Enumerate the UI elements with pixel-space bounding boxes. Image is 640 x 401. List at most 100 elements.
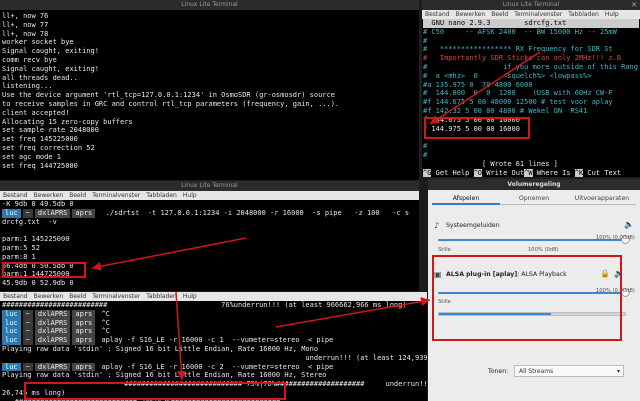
terminal-line: set sample rate 2048000 xyxy=(2,126,99,135)
terminal-line: Use the device argument 'rtl_tcp=127.0.0… xyxy=(2,91,335,100)
window-title: Linux Lite Terminal xyxy=(0,0,419,10)
prompt-dir: dxlAPRS xyxy=(34,336,71,345)
shortcut-key: ^W xyxy=(524,168,533,177)
silence-label: Stille xyxy=(438,247,451,253)
prompt-home: ~ xyxy=(22,362,33,372)
menu-item-4[interactable]: Tabbladen xyxy=(568,11,599,18)
terminal-window-rtl-tcp: Linux Lite Terminal ll+, now 76 ll+, now … xyxy=(0,0,419,180)
command-text: ^C xyxy=(97,309,110,318)
command-text: ^C xyxy=(97,327,110,336)
terminal-line: client accepted! xyxy=(2,108,70,117)
prompt-user: luc xyxy=(2,336,21,345)
terminal-line: parm:5 52 xyxy=(2,243,40,252)
tab-recording[interactable]: Opnemen xyxy=(500,193,568,205)
prompt-line: luc ~ dxlAPRS aprs ^C xyxy=(2,318,425,328)
terminal-line: drcfg.txt -v xyxy=(2,217,57,226)
show-streams-select[interactable]: All Streams ▾ xyxy=(514,365,624,377)
nano-header: GNU nano 2.9.3 sdrcfg.txt xyxy=(423,19,639,28)
prompt-subdir: aprs xyxy=(72,318,96,328)
menu-item-2[interactable]: Beeld xyxy=(69,293,86,300)
terminal-line: Playing raw data 'stdin' : Signed 16 bit… xyxy=(2,371,327,380)
terminal-line: all threads dead.. xyxy=(2,73,78,82)
prompt-subdir: aprs xyxy=(72,309,96,319)
menu-item-1[interactable]: Bewerken xyxy=(34,293,64,300)
nano-line: #f 144.675 5 00 48000 12500 # test voor … xyxy=(423,98,613,107)
terminal-line: parm:8 1 xyxy=(2,252,36,261)
highlight-volume-control xyxy=(432,255,622,341)
terminal-line: parm:1 145225000 xyxy=(2,235,70,244)
menu-item-0[interactable]: Bestand xyxy=(425,11,450,18)
terminal-line: worker socket bye xyxy=(2,38,74,47)
nano-line: # ***************** RX Frequency for SDR… xyxy=(423,45,613,54)
terminal-line: Playing raw data 'stdin' : Signed 16 bit… xyxy=(2,344,319,353)
window-title: Linux Lite Terminal xyxy=(0,181,419,191)
menu-item-1[interactable]: Bewerken xyxy=(456,11,486,18)
menu-item-5[interactable]: Hulp xyxy=(183,192,197,199)
menu-item-2[interactable]: Beeld xyxy=(491,11,508,18)
menu-item-2[interactable]: Beeld xyxy=(69,192,86,199)
nano-line: # C50 -- AFSK 2400 -- BW 15000 Hz -- 25m… xyxy=(423,27,617,36)
highlight-vumeter xyxy=(24,382,286,400)
menu-bar: Bestand Bewerken Beeld Terminalvenster Tabbl… xyxy=(422,10,640,19)
terminal-line: 45.9db 0 52.9db 0 xyxy=(2,279,74,288)
menu-item-1[interactable]: Bewerken xyxy=(34,192,64,199)
menu-item-4[interactable]: Tabbladen xyxy=(146,192,177,199)
nano-line: # xyxy=(423,142,428,151)
terminal-line: Signal caught, exiting! xyxy=(2,47,99,56)
prompt-line: luc ~ dxlAPRS aprs aplay -f S16_LE -r 16000… xyxy=(2,336,425,345)
prompt-dir: dxlAPRS xyxy=(34,318,71,328)
chevron-down-icon: ▾ xyxy=(616,368,620,375)
terminal-line: Signal caught, exiting! xyxy=(2,64,99,73)
prompt-user: luc xyxy=(2,208,21,218)
prompt-home: ~ xyxy=(22,336,33,345)
tab-bar: Afspelen Opnemen Uitvoerapparaten xyxy=(432,193,636,205)
highlight-frequency-lines xyxy=(424,117,530,139)
prompt-dir: dxlAPRS xyxy=(34,309,71,319)
tab-output-devices[interactable]: Uitvoerapparaten xyxy=(568,193,636,205)
prompt-home: ~ xyxy=(22,309,33,319)
menu-item-3[interactable]: Terminalvenster xyxy=(514,11,562,18)
window-title: Linux Lite Terminal xyxy=(422,0,640,10)
nano-shortcut-row: ^G Get Help ^O Write Out^W Where Is ^K C… xyxy=(423,168,639,177)
mute-button[interactable]: 🔈 xyxy=(624,220,634,229)
system-sounds-label: Systeemgeluiden xyxy=(446,222,500,229)
command-text: aplay -f S16_LE -r 16000 -c 2 --vumeter=… xyxy=(97,362,334,371)
nano-line: # 144.800 0 0 1200 (USB with 60Hz CW-F xyxy=(423,89,613,98)
prompt-user: luc xyxy=(2,309,21,319)
menu-item-3[interactable]: Terminalvenster xyxy=(92,293,140,300)
terminal-output[interactable]: ll+, now 76 ll+, now 77 ll+, now 78 worker … xyxy=(0,10,419,180)
nano-line: # if you more outside of this Rang xyxy=(423,62,638,71)
shortcut-key: ^K xyxy=(574,168,584,177)
terminal-line: set freq 144725000 xyxy=(2,161,78,170)
terminal-line: Allocating 15 zero-copy buffers xyxy=(2,117,133,126)
prompt-dir: dxlAPRS xyxy=(34,327,71,337)
nano-line: #f 142.32 5 00 00 4800 # Wekel ON RS41 xyxy=(423,106,588,115)
menu-item-5[interactable]: Hulp xyxy=(183,293,197,300)
nano-line: # a <mhz> 0 <squelch%> <lowpass%> xyxy=(423,71,592,80)
terminal-line: listening... xyxy=(2,82,53,91)
terminal-line: set agc mode 1 xyxy=(2,152,62,161)
command-text: ^C xyxy=(97,318,110,327)
terminal-line: -K 9db 0 49.5db 0 xyxy=(2,200,74,208)
window-title: Volumeregeling xyxy=(428,179,640,190)
menu-item-0[interactable]: Bestand xyxy=(3,192,28,199)
shortcut-key: ^O xyxy=(473,168,483,177)
terminal-line: ll+, now 77 xyxy=(2,20,49,29)
menu-item-0[interactable]: Bestand xyxy=(3,293,28,300)
tab-playback[interactable]: Afspelen xyxy=(432,193,500,205)
close-icon[interactable]: ✕ xyxy=(631,1,637,9)
menu-item-3[interactable]: Terminalvenster xyxy=(92,192,140,199)
menu-item-5[interactable]: Hulp xyxy=(605,11,619,18)
menu-item-4[interactable]: Tabbladen xyxy=(146,293,177,300)
speaker-icon: ♪ xyxy=(434,221,440,230)
terminal-line: set freq 145225000 xyxy=(2,135,78,144)
command-text: ./sdrtst -t 127.0.0.1:1234 -i 2048000 -r… xyxy=(97,208,410,217)
prompt-user: luc xyxy=(2,318,21,328)
prompt-dir: dxlAPRS xyxy=(34,208,71,218)
terminal-line: comm recv bye xyxy=(2,55,57,64)
prompt-subdir: aprs xyxy=(72,327,96,337)
prompt-user: luc xyxy=(2,362,21,372)
nano-buffer[interactable]: GNU nano 2.9.3 sdrcfg.txt # C50 -- AFSK 2… xyxy=(422,19,640,177)
shortcut-label: Write Out xyxy=(482,168,525,177)
